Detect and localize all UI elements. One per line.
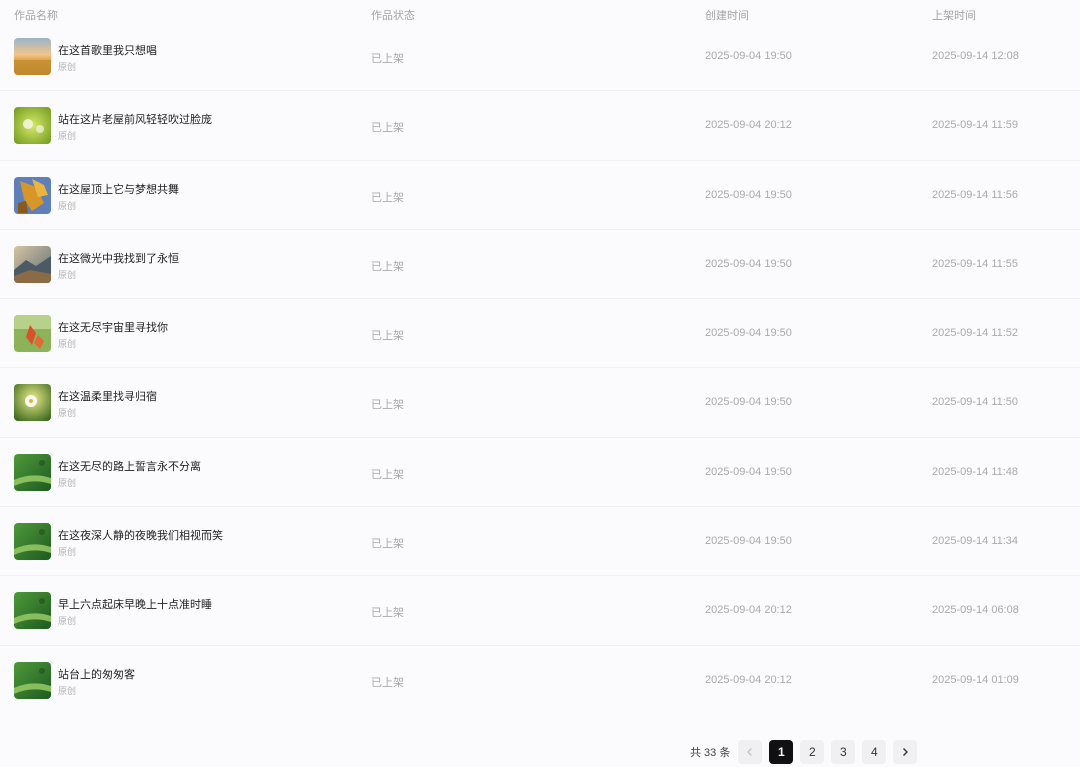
listed-time: 2025-09-14 06:08 [932, 604, 1019, 617]
work-type: 原创 [58, 408, 77, 419]
work-title[interactable]: 在这夜深人静的夜晚我们相视而笑 [58, 527, 223, 543]
header-listed-time: 上架时间 [932, 10, 976, 22]
table-row[interactable]: 在这屋顶上它与梦想共舞 原创 已上架 2025-09-04 19:50 2025… [0, 161, 1080, 230]
work-status: 已上架 [371, 330, 404, 343]
work-title[interactable]: 早上六点起床早晚上十点准时睡 [58, 596, 212, 612]
green-leaf-image[interactable] [14, 523, 51, 561]
green-leaf-image[interactable] [14, 592, 51, 630]
work-title[interactable]: 在这无尽的路上誓言永不分离 [58, 458, 201, 474]
created-time: 2025-09-04 20:12 [705, 119, 792, 132]
table-row[interactable]: 站台上的匆匆客 原创 已上架 2025-09-04 20:12 2025-09-… [0, 646, 1080, 715]
work-type: 原创 [58, 685, 77, 696]
landscape-image[interactable] [14, 245, 51, 283]
total-count: 共 33 条 [690, 747, 731, 759]
page-button-2[interactable]: 2 [800, 740, 825, 764]
created-time: 2025-09-04 19:50 [705, 465, 792, 478]
work-title[interactable]: 在这首歌里我只想唱 [58, 42, 157, 58]
chevron-right-icon [903, 748, 909, 756]
listed-time: 2025-09-14 11:55 [932, 257, 1019, 270]
listed-time: 2025-09-14 11:52 [932, 327, 1019, 340]
sunset-field-image[interactable] [14, 38, 51, 75]
work-type: 原创 [58, 131, 77, 142]
works-list-page: 作品名称 作品状态 创建时间 上架时间 在这首歌里我只想唱 原创 已上架 202… [0, 0, 1080, 767]
listed-time: 2025-09-14 12:08 [932, 50, 1019, 62]
work-status: 已上架 [371, 538, 404, 551]
created-time: 2025-09-04 20:12 [705, 604, 792, 617]
work-type: 原创 [58, 62, 77, 72]
created-time: 2025-09-04 19:50 [705, 257, 792, 270]
work-title[interactable]: 站在这片老屋前风轻轻吹过脸庞 [58, 111, 212, 127]
work-type: 原创 [58, 269, 77, 280]
table-row[interactable]: 在这首歌里我只想唱 原创 已上架 2025-09-04 19:50 2025-0… [0, 22, 1080, 92]
work-status: 已上架 [371, 607, 404, 620]
listed-time: 2025-09-14 11:56 [932, 188, 1019, 201]
listed-time: 2025-09-14 01:09 [932, 673, 1019, 686]
green-leaf-image[interactable] [14, 453, 51, 491]
pagination: 共 33 条 1 2 3 4 [690, 739, 924, 765]
work-type: 原创 [58, 477, 77, 488]
header-work-name: 作品名称 [14, 10, 58, 22]
prev-page-button[interactable] [738, 740, 763, 764]
table-row[interactable]: 在这无尽的路上誓言永不分离 原创 已上架 2025-09-04 19:50 20… [0, 438, 1080, 508]
created-time: 2025-09-04 19:50 [705, 327, 792, 340]
work-status: 已上架 [371, 260, 404, 273]
work-status: 已上架 [371, 191, 404, 204]
work-title[interactable]: 在这屋顶上它与梦想共舞 [58, 181, 179, 197]
work-type: 原创 [58, 547, 77, 558]
created-time: 2025-09-04 20:12 [705, 673, 792, 686]
created-time: 2025-09-04 19:50 [705, 396, 792, 409]
table-body: 在这首歌里我只想唱 原创 已上架 2025-09-04 19:50 2025-0… [0, 22, 1080, 715]
page-button-1[interactable]: 1 [769, 740, 794, 764]
work-status: 已上架 [371, 122, 404, 135]
table-row[interactable]: 站在这片老屋前风轻轻吹过脸庞 原创 已上架 2025-09-04 20:12 2… [0, 91, 1080, 161]
work-title[interactable]: 在这微光中我找到了永恒 [58, 250, 179, 266]
work-type: 原创 [58, 200, 77, 211]
table-row[interactable]: 在这夜深人静的夜晚我们相视而笑 原创 已上架 2025-09-04 19:50 … [0, 507, 1080, 577]
work-type: 原创 [58, 339, 77, 350]
listed-time: 2025-09-14 11:50 [932, 396, 1019, 409]
autumn-leaves-image[interactable] [14, 176, 51, 214]
created-time: 2025-09-04 19:50 [705, 535, 792, 548]
table-row[interactable]: 在这无尽宇宙里寻找你 原创 已上架 2025-09-04 19:50 2025-… [0, 299, 1080, 369]
dandelion-image[interactable] [14, 107, 51, 145]
chevron-left-icon [747, 748, 753, 756]
page-button-4[interactable]: 4 [862, 740, 887, 764]
work-status: 已上架 [371, 399, 404, 412]
header-created-time: 创建时间 [705, 10, 749, 22]
table-row[interactable]: 在这温柔里找寻归宿 原创 已上架 2025-09-04 19:50 2025-0… [0, 368, 1080, 438]
green-leaf-image[interactable] [14, 661, 51, 699]
next-page-button[interactable] [893, 740, 918, 764]
created-time: 2025-09-04 19:50 [705, 50, 792, 62]
work-status: 已上架 [371, 676, 404, 689]
work-title[interactable]: 在这无尽宇宙里寻找你 [58, 319, 168, 335]
page-button-3[interactable]: 3 [831, 740, 856, 764]
work-title[interactable]: 在这温柔里找寻归宿 [58, 388, 157, 404]
red-flower-image[interactable] [14, 315, 51, 353]
work-title[interactable]: 站台上的匆匆客 [58, 666, 135, 682]
listed-time: 2025-09-14 11:59 [932, 119, 1019, 132]
created-time: 2025-09-04 19:50 [705, 188, 792, 201]
work-status: 已上架 [371, 468, 404, 481]
table-row[interactable]: 在这微光中我找到了永恒 原创 已上架 2025-09-04 19:50 2025… [0, 230, 1080, 300]
white-flower-image[interactable] [14, 384, 51, 422]
work-type: 原创 [58, 616, 77, 627]
table-row[interactable]: 早上六点起床早晚上十点准时睡 原创 已上架 2025-09-04 20:12 2… [0, 576, 1080, 646]
listed-time: 2025-09-14 11:48 [932, 465, 1019, 478]
header-work-status: 作品状态 [371, 10, 415, 22]
work-status: 已上架 [371, 53, 404, 65]
listed-time: 2025-09-14 11:34 [932, 535, 1019, 548]
